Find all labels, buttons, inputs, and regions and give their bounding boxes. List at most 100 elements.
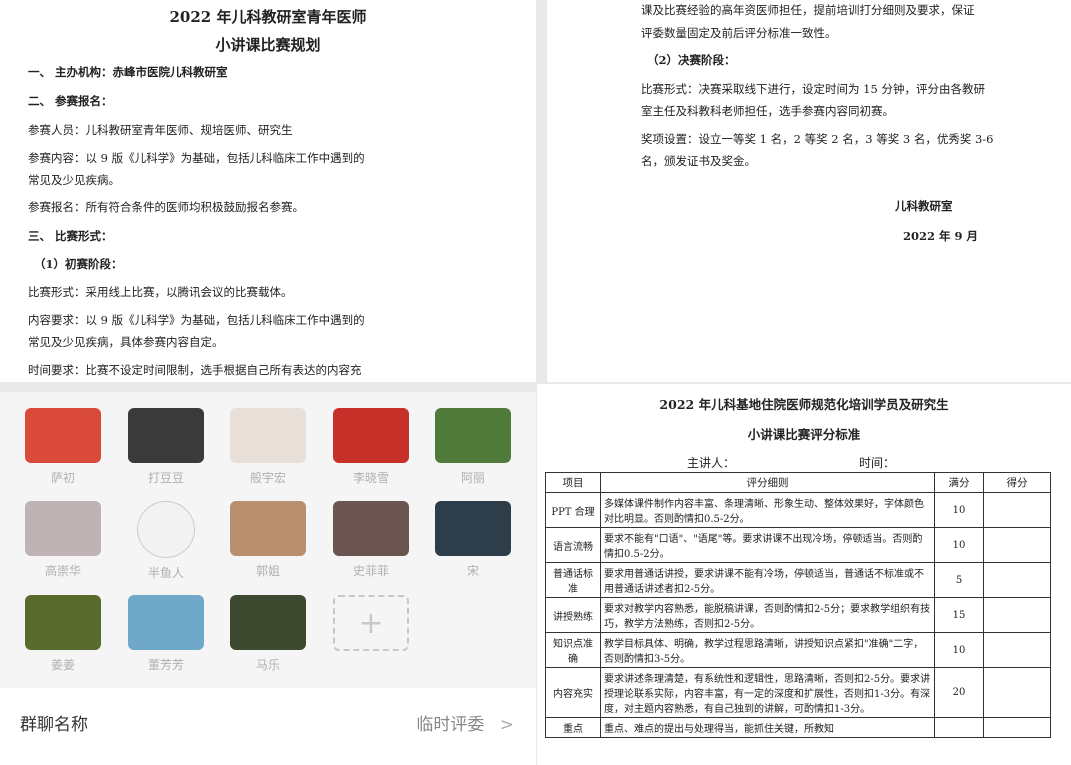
member-name: 半鱼人 [147, 566, 184, 580]
member-avatar [230, 501, 306, 556]
max-score-cell [934, 717, 984, 738]
item-cell: 重点 [545, 717, 601, 738]
doc-line: 三、 比赛形式： [28, 229, 113, 243]
doc-line: （1）初赛阶段： [34, 257, 123, 271]
doc-line: 内容要求：以 9 版《儿科学》为基础，包括儿科临床工作中遇到的 [28, 313, 365, 327]
member-name: 宋 [466, 564, 479, 578]
doc-title-line1: 2022 年儿科教研室青年医师 [169, 8, 367, 26]
doc-title-line2: 小讲课比赛规划 [215, 36, 321, 54]
member-avatar [333, 501, 409, 556]
score-cell[interactable] [983, 492, 1051, 528]
item-cell: 普通话标准 [545, 562, 601, 598]
member-item[interactable]: 般宇宏 [228, 408, 308, 486]
scoring-document: 2022 年儿科基地住院医师规范化培训学员及研究生 小讲课比赛评分标准 主讲人：… [537, 384, 1071, 765]
column-header: 满分 [934, 472, 984, 493]
member-item[interactable]: 阿丽 [433, 408, 513, 486]
group-name-value: 临时评委 > [416, 710, 514, 735]
table-row: 普通话标准 要求用普通话讲授，要求讲课不能有冷场，停顿适当，普通话不标准或不用普… [545, 562, 1051, 598]
add-member-button[interactable]: + [331, 595, 411, 651]
detail-cell: 要求对教学内容熟悉，能脱稿讲课，否则酌情扣2-5分；要求教学组织有技巧，教学方法… [600, 597, 935, 633]
member-avatar [25, 501, 101, 556]
member-name: 史菲菲 [352, 564, 389, 578]
doc-line: 评委数量固定及前后评分标准一致性。 [641, 26, 837, 40]
max-score-cell: 10 [934, 527, 984, 563]
member-avatar [25, 408, 101, 463]
member-item[interactable]: 宋 [433, 501, 513, 579]
time-label: 时间： [859, 456, 896, 470]
member-item[interactable]: 马乐 [228, 595, 308, 673]
doc-line: 常见及少见疾病，具体参赛内容自定。 [28, 335, 224, 349]
doc-line: 名，颁发证书及奖金。 [641, 154, 756, 168]
member-name: 马乐 [255, 658, 280, 672]
member-item[interactable]: 半鱼人 [126, 501, 206, 581]
item-cell: PPT 合理 [545, 492, 601, 528]
table-header-row: 项目 评分细则 满分 得分 [545, 472, 1051, 493]
table-row: 知识点准确 教学目标具体、明确，教学过程思路清晰，讲授知识点紧扣"准确"二字，否… [545, 632, 1051, 668]
member-item[interactable]: 姜姜 [23, 595, 103, 673]
member-name: 李晓雪 [352, 471, 389, 485]
member-item[interactable]: 郭姐 [228, 501, 308, 579]
member-name: 萨初 [50, 471, 75, 485]
column-header: 项目 [545, 472, 601, 493]
detail-cell: 教学目标具体、明确，教学过程思路清晰，讲授知识点紧扣"准确"二字，否则酌情扣3-… [600, 632, 935, 668]
detail-cell: 重点、难点的提出与处理得当，能抓住关键，所教知 [600, 717, 935, 738]
detail-cell: 要求不能有"口语"、"语尾"等。要求讲课不出现冷场，停顿适当。否则酌情扣0.5-… [600, 527, 935, 563]
doc-line: 参赛内容：以 9 版《儿科学》为基础，包括儿科临床工作中遇到的 [28, 151, 365, 165]
item-cell: 语言流畅 [545, 527, 601, 563]
doc-line: 奖项设置：设立一等奖 1 名，2 等奖 2 名，3 等奖 3 名，优秀奖 3-6 [641, 132, 994, 146]
scoring-title-line1: 2022 年儿科基地住院医师规范化培训学员及研究生 [659, 397, 949, 412]
member-item[interactable]: 打豆豆 [126, 408, 206, 486]
detail-cell: 要求用普通话讲授，要求讲课不能有冷场，停顿适当，普通话不标准或不用普通话讲述者扣… [600, 562, 935, 598]
doc-line: 比赛形式：决赛采取线下进行，设定时间为 15 分钟，评分由各教研 [641, 82, 985, 96]
doc-line: 比赛形式：采用线上比赛，以腾讯会议的比赛载体。 [28, 285, 293, 299]
item-cell: 讲授熟练 [545, 597, 601, 633]
score-cell[interactable] [983, 717, 1051, 738]
member-avatar [435, 501, 511, 556]
member-item[interactable]: 李晓雪 [331, 408, 411, 486]
score-cell[interactable] [983, 527, 1051, 563]
score-cell[interactable] [983, 667, 1051, 718]
doc-line: 课及比赛经验的高年资医师担任，提前培训打分细则及要求，保证 [641, 3, 975, 17]
member-avatar [137, 501, 195, 558]
plan-document: 2022 年儿科教研室青年医师 小讲课比赛规划 一、 主办机构：赤峰市医院儿科教… [0, 0, 536, 382]
plus-icon: + [333, 595, 409, 651]
member-name: 打豆豆 [147, 471, 184, 485]
doc-signature: 儿科教研室 [895, 199, 953, 213]
score-cell[interactable] [983, 632, 1051, 668]
plan-document-continued: 课及比赛经验的高年资医师担任，提前培训打分细则及要求，保证 评委数量固定及前后评… [547, 0, 1071, 382]
group-name-row[interactable]: 群聊名称 临时评委 > [0, 688, 536, 765]
member-name: 姜姜 [50, 658, 75, 672]
member-avatar [435, 408, 511, 463]
table-row: 讲授熟练 要求对教学内容熟悉，能脱稿讲课，否则酌情扣2-5分；要求教学组织有技巧… [545, 597, 1051, 633]
doc-line: 参赛报名：所有符合条件的医师均积极鼓励报名参赛。 [28, 200, 304, 214]
member-item[interactable]: 史菲菲 [331, 501, 411, 579]
doc-line: 室主任及科教科老师担任，选手参赛内容同初赛。 [641, 104, 894, 118]
max-score-cell: 5 [934, 562, 984, 598]
score-cell[interactable] [983, 562, 1051, 598]
max-score-cell: 20 [934, 667, 984, 718]
scoring-title-line2: 小讲课比赛评分标准 [747, 427, 861, 442]
group-name-label: 群聊名称 [20, 715, 88, 735]
doc-line: 二、 参赛报名： [28, 94, 113, 108]
max-score-cell: 10 [934, 632, 984, 668]
member-name: 高崇华 [44, 564, 81, 578]
table-row: PPT 合理 多媒体课件制作内容丰富、条理清晰、形象生动、整体效果好，字体颜色对… [545, 492, 1051, 528]
member-item[interactable]: 萨初 [23, 408, 103, 486]
table-row: 内容充实 要求讲述条理清楚，有系统性和逻辑性，思路清晰，否则扣2-5分。要求讲授… [545, 667, 1051, 718]
table-row: 重点 重点、难点的提出与处理得当，能抓住关键，所教知 [545, 717, 1051, 738]
chevron-right-icon: > [499, 715, 514, 735]
score-cell[interactable] [983, 597, 1051, 633]
speaker-label: 主讲人： [687, 456, 736, 470]
scoring-table: 项目 评分细则 满分 得分 PPT 合理 多媒体课件制作内容丰富、条理清晰、形象… [545, 472, 1051, 738]
max-score-cell: 15 [934, 597, 984, 633]
group-name-text: 临时评委 [416, 715, 485, 735]
member-name: 董芳芳 [147, 658, 184, 672]
member-avatar [333, 408, 409, 463]
member-name: 郭姐 [255, 564, 280, 578]
table-row: 语言流畅 要求不能有"口语"、"语尾"等。要求讲课不出现冷场，停顿适当。否则酌情… [545, 527, 1051, 563]
member-item[interactable]: 高崇华 [23, 501, 103, 579]
member-avatar [230, 408, 306, 463]
member-item[interactable]: 董芳芳 [126, 595, 206, 673]
member-avatar [230, 595, 306, 650]
doc-date: 2022 年 9 月 [903, 229, 979, 243]
